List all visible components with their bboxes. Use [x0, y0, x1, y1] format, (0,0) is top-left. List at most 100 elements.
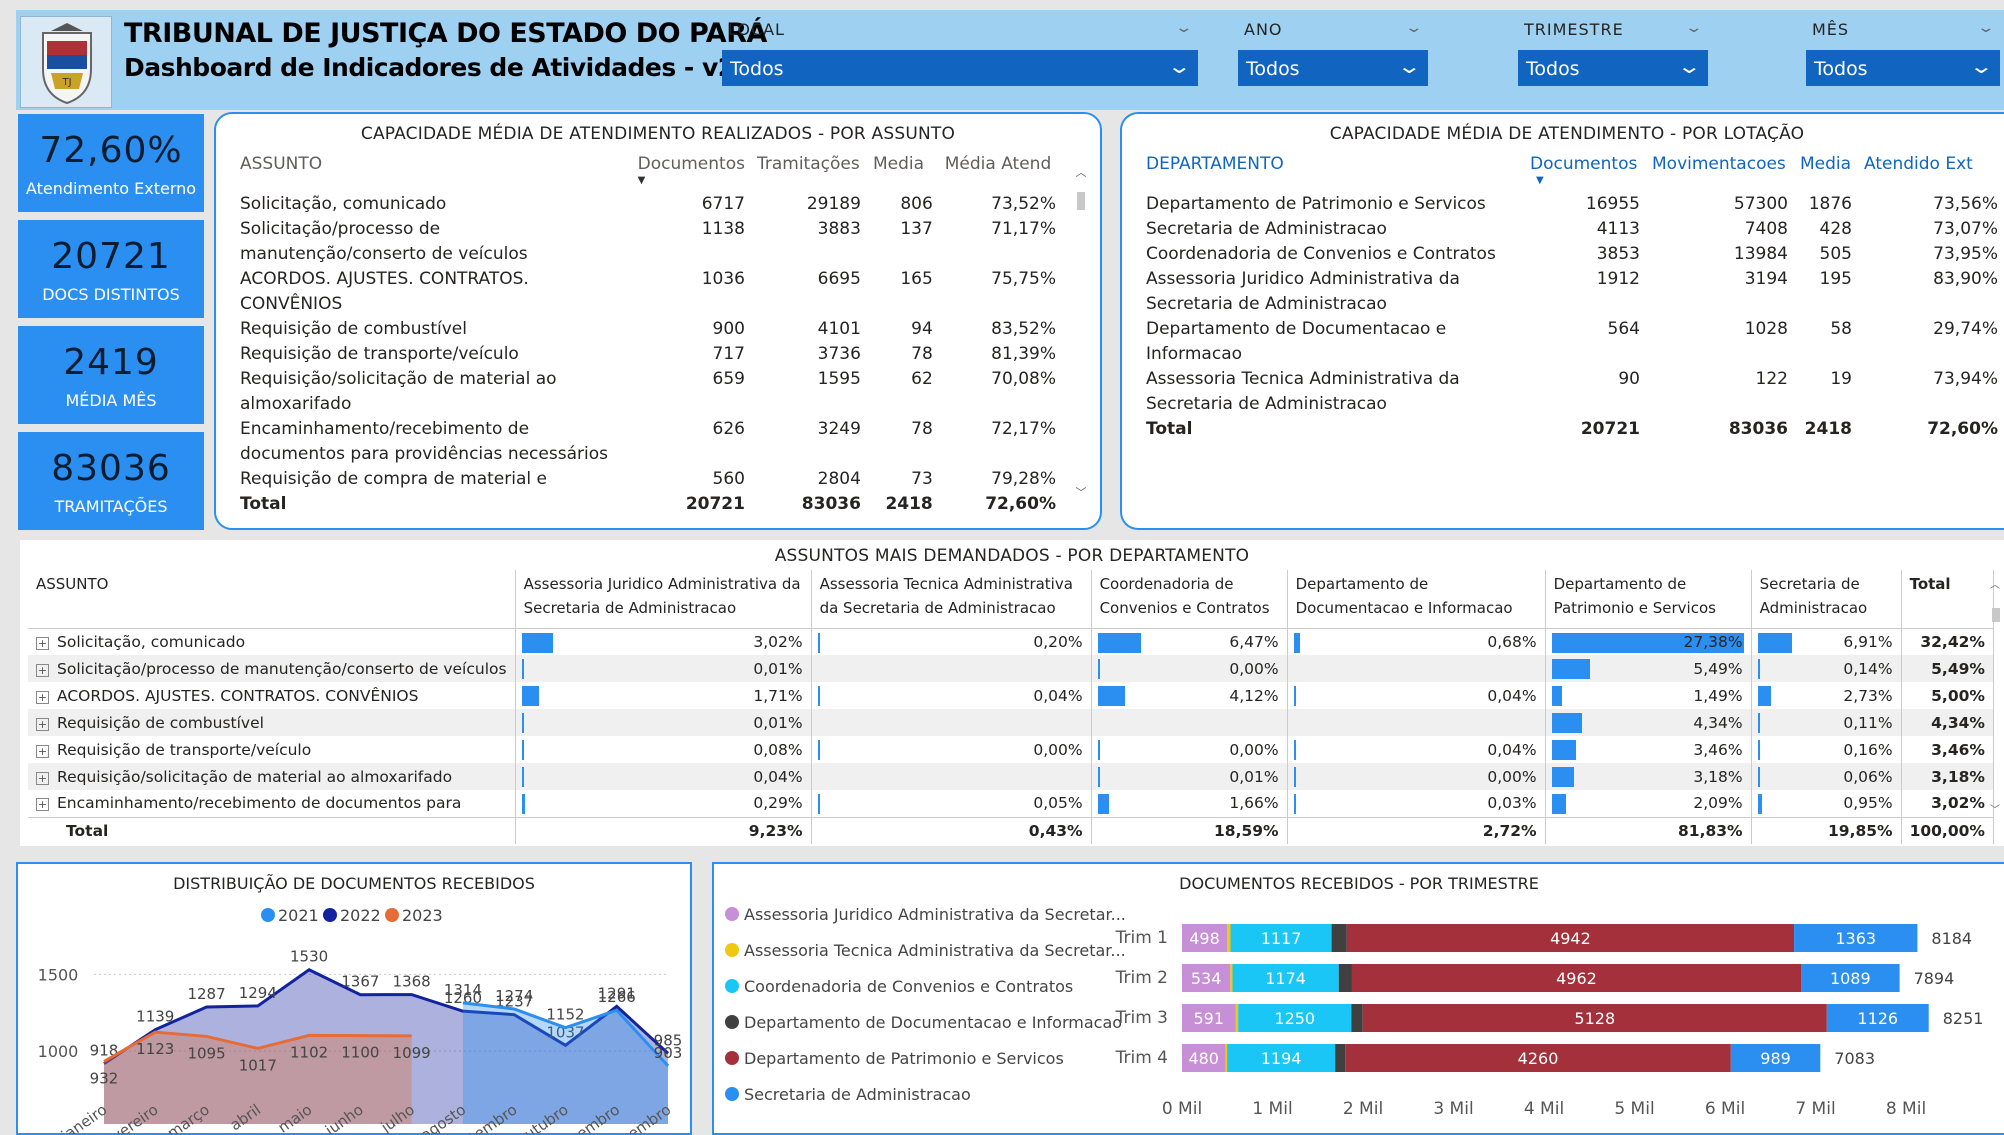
table-row[interactable]: ACORDOS. AJUSTES. CONTRATOS. CONVÊNIOS 10…: [234, 267, 1062, 317]
filter-trimestre[interactable]: TRIMESTRE ⌄ Todos ⌄: [1518, 16, 1708, 96]
filter-ano[interactable]: ANO ⌄ Todos ⌄: [1238, 16, 1428, 96]
chevron-down-icon[interactable]: ⌄: [1977, 20, 1996, 36]
expand-icon[interactable]: +: [36, 636, 49, 650]
page-title: TRIBUNAL DE JUSTIÇA DO ESTADO DO PARÁ: [124, 18, 767, 49]
col-atendido-ext[interactable]: Atendido Ext: [1858, 152, 2004, 192]
table-row[interactable]: Departamento de Documentacao e Informaca…: [1140, 317, 2004, 367]
col-assunto[interactable]: ASSUNTO: [234, 152, 632, 192]
numeric-cell: 1876: [1808, 194, 1852, 214]
col-movimentacoes[interactable]: Movimentacoes: [1646, 152, 1794, 192]
legend-item[interactable]: Assessoria Tecnica Administrativa da Sec…: [725, 941, 1126, 960]
matrix-cell: 4,34%: [1545, 709, 1752, 736]
legend-item[interactable]: Departamento de Documentacao e Informaca…: [725, 1013, 1122, 1032]
matrix-cell: 5,49%: [1545, 655, 1752, 682]
bar-segment[interactable]: [1227, 924, 1231, 952]
filter-local-dropdown[interactable]: Todos ⌄: [722, 50, 1198, 86]
matrix-row[interactable]: + Requisição de combustível 0,01% 4,34% 0,11…: [28, 709, 1994, 736]
chevron-down-icon[interactable]: ⌄: [1175, 20, 1194, 36]
col-documentos[interactable]: Documentos ▼: [1524, 152, 1646, 192]
filter-local[interactable]: LOCAL ⌄ Todos ⌄: [722, 16, 1198, 96]
matrix-row[interactable]: + Encaminhamento/recebimento de documento…: [28, 790, 1994, 817]
table-row[interactable]: Departamento de Patrimonio e Servicos 169…: [1140, 192, 2004, 217]
matrix-row-label[interactable]: + Encaminhamento/recebimento de documento…: [28, 790, 516, 817]
percent-value: 1,49%: [1693, 686, 1743, 705]
legend-item[interactable]: Assessoria Juridico Administrativa da Se…: [725, 905, 1126, 924]
data-label: 1368: [393, 973, 431, 991]
matrix-row[interactable]: + Solicitação, comunicado 3,02% 0,20% 6,47% 0…: [28, 628, 1994, 655]
matrix-row[interactable]: + Solicitação/processo de manutenção/cons…: [28, 655, 1994, 682]
expand-icon[interactable]: +: [36, 663, 49, 677]
matrix-col-header[interactable]: Total: [1901, 570, 1994, 629]
legend-label: 2023: [402, 906, 443, 925]
table-row[interactable]: Requisição de compra de material e 560 280…: [234, 467, 1062, 492]
legend-item-2021[interactable]: 2021: [261, 906, 319, 925]
col-media-atend[interactable]: Média Atend: [939, 152, 1062, 192]
matrix-col-header[interactable]: Secretaria de Administracao: [1751, 570, 1902, 629]
matrix-scrollbar[interactable]: ︿ ﹀: [1990, 576, 2002, 816]
chevron-down-icon[interactable]: ⌄: [1685, 20, 1704, 36]
col-media[interactable]: Media: [1794, 152, 1858, 192]
matrix-row-label[interactable]: + Requisição de combustível: [28, 709, 516, 736]
table-row[interactable]: Requisição de combustível 900 4101 94 83,52%: [234, 317, 1062, 342]
matrix-cell: 3,46%: [1545, 736, 1752, 763]
table-row[interactable]: Coordenadoria de Convenios e Contratos 38…: [1140, 242, 2004, 267]
matrix-row[interactable]: + Requisição/solicitação de material ao a…: [28, 763, 1994, 790]
legend-item-2023[interactable]: 2023: [385, 906, 443, 925]
bar-segment[interactable]: [1335, 1044, 1346, 1072]
matrix-col-header[interactable]: Coordenadoria de Convenios e Contratos: [1091, 570, 1288, 629]
expand-icon[interactable]: +: [36, 798, 49, 812]
col-tramitacoes[interactable]: Tramitações: [751, 152, 867, 192]
filter-trimestre-dropdown[interactable]: Todos ⌄: [1518, 50, 1708, 86]
expand-icon[interactable]: +: [36, 717, 49, 731]
table-row[interactable]: Requisição de transporte/veículo 717 3736 7…: [234, 342, 1062, 367]
x-tick-label: 5 Mil: [1614, 1099, 1654, 1119]
table-row[interactable]: Solicitação, comunicado 6717 29189 806 73,52…: [234, 192, 1062, 217]
col-departamento[interactable]: DEPARTAMENTO: [1140, 152, 1524, 192]
matrix-cell: 0,00%: [1287, 763, 1546, 790]
bar-segment[interactable]: [1225, 1044, 1228, 1072]
filter-ano-dropdown[interactable]: Todos ⌄: [1238, 50, 1428, 86]
matrix-col-header[interactable]: Departamento de Patrimonio e Servicos: [1545, 570, 1752, 629]
col-media[interactable]: Media: [867, 152, 939, 192]
matrix-row[interactable]: + ACORDOS. AJUSTES. CONTRATOS. CONVÊNIOS 1…: [28, 682, 1994, 709]
vertical-scrollbar[interactable]: ︿ ﹀: [1074, 164, 1088, 500]
matrix-cell: 1,49%: [1545, 682, 1752, 709]
matrix-row-label[interactable]: + Solicitação, comunicado: [28, 628, 516, 655]
expand-icon[interactable]: +: [36, 771, 49, 785]
matrix-col-header[interactable]: ASSUNTO: [28, 570, 516, 629]
numeric-cell: 72,17%: [991, 419, 1056, 439]
legend-item-2022[interactable]: 2022: [323, 906, 381, 925]
matrix-col-header[interactable]: Departamento de Documentacao e Informaca…: [1287, 570, 1546, 629]
bar-segment[interactable]: [1351, 1004, 1363, 1032]
chevron-down-icon[interactable]: ⌄: [1405, 20, 1424, 36]
table-row[interactable]: Assessoria Juridico Administrativa da Se…: [1140, 267, 2004, 317]
matrix-col-header[interactable]: Assessoria Juridico Administrativa da Se…: [515, 570, 812, 629]
legend-item[interactable]: Departamento de Patrimonio e Servicos: [725, 1049, 1064, 1068]
numeric-cell: 94: [911, 319, 933, 339]
bar-segment[interactable]: [1338, 964, 1352, 992]
filter-mes[interactable]: MÊS ⌄ Todos ⌄: [1806, 16, 2000, 96]
matrix-col-header[interactable]: Assessoria Tecnica Administrativa da Sec…: [811, 570, 1092, 629]
table-row[interactable]: Assessoria Tecnica Administrativa da Sec…: [1140, 367, 2004, 417]
filter-trimestre-label: TRIMESTRE: [1524, 20, 1624, 39]
expand-icon[interactable]: +: [36, 690, 49, 704]
matrix-row-label[interactable]: + Solicitação/processo de manutenção/cons…: [28, 655, 516, 682]
expand-icon[interactable]: +: [36, 744, 49, 758]
table-row[interactable]: Encaminhamento/recebimento de documentos…: [234, 417, 1062, 467]
matrix-row-label[interactable]: + Requisição/solicitação de material ao a…: [28, 763, 516, 790]
legend-item[interactable]: Coordenadoria de Convenios e Contratos: [725, 977, 1073, 996]
matrix-row-label[interactable]: + ACORDOS. AJUSTES. CONTRATOS. CONVÊNIOS: [28, 682, 516, 709]
matrix-row[interactable]: + Requisição de transporte/veículo 0,08% 0,…: [28, 736, 1994, 763]
matrix-row-label[interactable]: + Requisição de transporte/veículo: [28, 736, 516, 763]
filter-mes-dropdown[interactable]: Todos ⌄: [1806, 50, 2000, 86]
table-row[interactable]: Secretaria de Administracao 4113 7408 428 73…: [1140, 217, 2004, 242]
bar-segment[interactable]: [1235, 1004, 1239, 1032]
percent-value: 0,04%: [1487, 740, 1537, 759]
bar-segment[interactable]: [1230, 964, 1233, 992]
col-documentos[interactable]: Documentos ▼: [632, 152, 751, 192]
table-row[interactable]: Solicitação/processo de manutenção/conse…: [234, 217, 1062, 267]
legend-item[interactable]: Secretaria de Administracao: [725, 1085, 971, 1104]
numeric-cell: 3853: [1596, 244, 1640, 264]
bar-segment[interactable]: [1331, 924, 1347, 952]
table-row[interactable]: Requisição/solicitação de material ao al…: [234, 367, 1062, 417]
